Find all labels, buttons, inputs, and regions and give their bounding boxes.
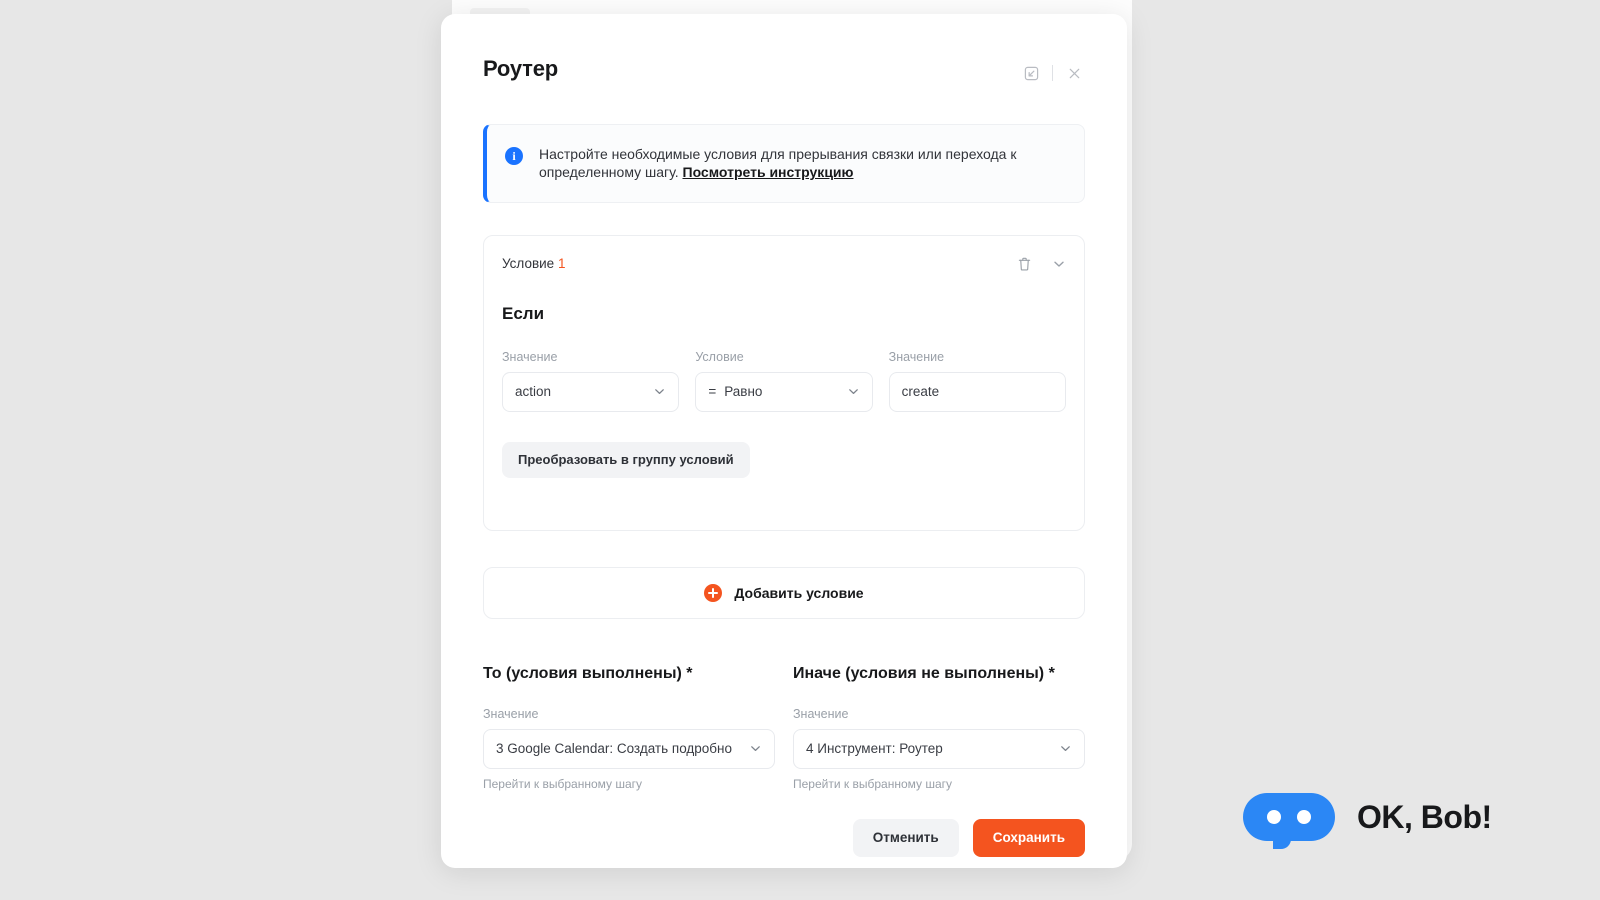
header-divider: [1052, 65, 1053, 81]
page-title: Роутер: [483, 56, 559, 81]
bob-robot-icon: [1243, 793, 1335, 849]
condition-operator-value: Равно: [724, 384, 763, 400]
branch-then-helper: Перейти к выбранному шагу: [483, 776, 643, 791]
branch-section: То (условия выполнены) * Значение 3 Goog…: [483, 665, 1085, 791]
condition-card: Условие 1 Если Значение action Условие =…: [483, 234, 1085, 531]
condition-fields: Значение action Условие = Равно Значение…: [502, 350, 1066, 412]
branch-then: То (условия выполнены) * Значение 3 Goog…: [483, 665, 775, 791]
field-label: Значение: [793, 706, 849, 721]
branch-else: Иначе (условия не выполнены) * Значение …: [793, 665, 1085, 791]
condition-card-actions: [1017, 256, 1066, 272]
branch-then-select[interactable]: 3 Google Calendar: Создать подробно: [483, 728, 775, 769]
info-banner-text: Настройте необходимые условия для прерыв…: [539, 145, 1039, 182]
chevron-down-icon: [653, 385, 666, 398]
header-actions: [1020, 56, 1085, 84]
chevron-down-icon: [847, 385, 860, 398]
robot-eye-left: [1267, 810, 1281, 824]
convert-to-condition-group-button[interactable]: Преобразовать в группу условий: [502, 441, 750, 478]
field-label: Условие: [695, 349, 744, 364]
condition-field-operator: Условие = Равно: [695, 349, 873, 412]
condition-value-input[interactable]: create: [888, 371, 1066, 412]
robot-eye-right: [1297, 810, 1311, 824]
condition-value-input-value: create: [901, 384, 940, 400]
trash-icon[interactable]: [1017, 256, 1032, 272]
branch-else-select-value: 4 Инструмент: Роутер: [806, 741, 943, 757]
chevron-down-icon: [749, 742, 762, 755]
equals-sign-icon: =: [708, 384, 717, 400]
condition-value-select-value: action: [515, 384, 552, 400]
expand-arrow-box-icon[interactable]: [1020, 62, 1042, 84]
if-title: Если: [502, 303, 545, 323]
branch-else-title: Иначе (условия не выполнены) *: [793, 664, 1055, 682]
condition-label-text: Условие: [502, 256, 555, 272]
modal-footer: Отменить Сохранить: [483, 818, 1085, 857]
cancel-button[interactable]: Отменить: [852, 818, 959, 857]
branch-then-select-value: 3 Google Calendar: Создать подробно: [496, 741, 732, 757]
close-icon[interactable]: [1063, 62, 1085, 84]
save-button[interactable]: Сохранить: [972, 818, 1085, 857]
condition-card-header: Условие 1: [502, 256, 1066, 272]
add-condition-button[interactable]: Добавить условие: [483, 566, 1085, 619]
condition-number: 1: [557, 256, 566, 272]
condition-field-value-right: Значение create: [888, 349, 1066, 412]
plus-circle-icon: [704, 583, 723, 602]
brand-watermark: OK, Bob!: [1243, 793, 1492, 849]
branch-then-title: То (условия выполнены) *: [483, 664, 693, 682]
branch-else-helper: Перейти к выбранному шагу: [793, 776, 953, 791]
info-banner: i Настройте необходимые условия для прер…: [483, 124, 1085, 203]
info-icon: i: [505, 147, 523, 165]
router-modal: Роутер i Настройте необходимые условия д…: [441, 14, 1127, 868]
condition-operator-select[interactable]: = Равно: [695, 371, 873, 412]
info-banner-link[interactable]: Посмотреть инструкцию: [683, 164, 854, 180]
field-label: Значение: [483, 706, 539, 721]
field-label: Значение: [502, 349, 558, 364]
chevron-down-icon[interactable]: [1052, 257, 1066, 271]
brand-name: OK, Bob!: [1357, 798, 1492, 835]
condition-value-select[interactable]: action: [502, 371, 680, 412]
modal-header: Роутер: [483, 14, 1085, 84]
condition-label: Условие 1: [502, 256, 565, 271]
condition-field-value-left: Значение action: [502, 349, 680, 412]
chevron-down-icon: [1059, 742, 1072, 755]
add-condition-label: Добавить условие: [734, 584, 864, 601]
field-label: Значение: [888, 349, 945, 364]
branch-else-select[interactable]: 4 Инструмент: Роутер: [793, 728, 1085, 769]
